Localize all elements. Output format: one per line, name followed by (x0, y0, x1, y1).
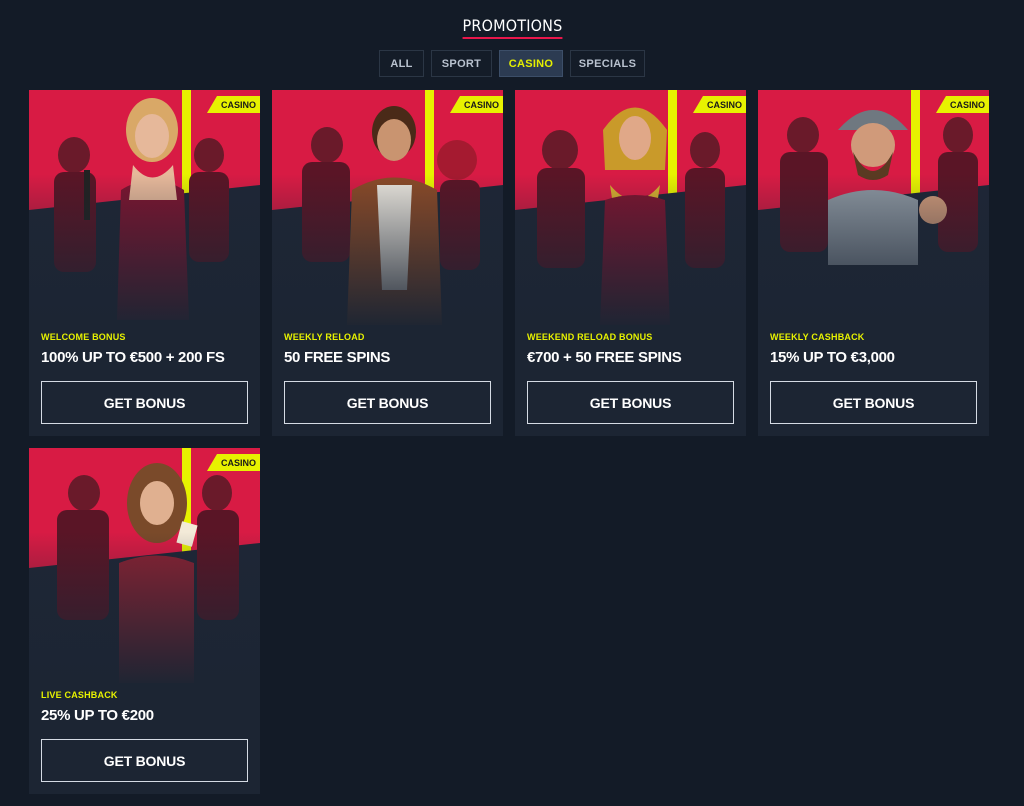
promo-category: WELCOME BONUS (41, 332, 126, 342)
woman-with-microphone-illustration (29, 90, 260, 330)
tab-casino[interactable]: CASINO (499, 50, 563, 77)
promo-category: WEEKEND RELOAD BONUS (527, 332, 653, 342)
woman-with-cards-illustration (29, 448, 260, 688)
promo-offer: 100% UP TO €500 + 200 FS (41, 349, 225, 366)
promo-category: WEEKLY CASHBACK (770, 332, 865, 342)
tab-sport[interactable]: SPORT (431, 50, 492, 77)
promo-offer: €700 + 50 FREE SPINS (527, 349, 682, 366)
get-bonus-button[interactable]: GET BONUS (41, 381, 248, 424)
get-bonus-button[interactable]: GET BONUS (770, 381, 977, 424)
get-bonus-button[interactable]: GET BONUS (41, 739, 248, 782)
tab-all[interactable]: ALL (379, 50, 424, 77)
filter-tabs: ALL SPORT CASINO SPECIALS (0, 50, 1024, 77)
promo-card-weekend-reload: CASINO WEEKEND RELOAD BONUS €700 + 50 FR… (515, 90, 746, 436)
promo-card-live-cashback: CASINO LIVE CASHBACK 25% UP TO €200 GET … (29, 448, 260, 794)
get-bonus-button[interactable]: GET BONUS (284, 381, 491, 424)
cleopatra-illustration (515, 90, 746, 330)
promo-category: LIVE CASHBACK (41, 690, 118, 700)
promo-offer: 25% UP TO €200 (41, 707, 154, 724)
promo-offer: 15% UP TO €3,000 (770, 349, 895, 366)
promo-category: WEEKLY RELOAD (284, 332, 365, 342)
conquistador-thumbs-up-illustration (758, 90, 989, 330)
page-title: PROMOTIONS (0, 16, 1024, 39)
promo-card-weekly-reload: CASINO WEEKLY RELOAD 50 FREE SPINS GET B… (272, 90, 503, 436)
tab-specials[interactable]: SPECIALS (570, 50, 645, 77)
promo-card-welcome-bonus: CASINO WELCOME BONUS 100% UP TO €500 + 2… (29, 90, 260, 436)
get-bonus-button[interactable]: GET BONUS (527, 381, 734, 424)
promo-card-weekly-cashback: CASINO WEEKLY CASHBACK 15% UP TO €3,000 … (758, 90, 989, 436)
promo-offer: 50 FREE SPINS (284, 349, 391, 366)
adventurer-man-illustration (272, 90, 503, 330)
